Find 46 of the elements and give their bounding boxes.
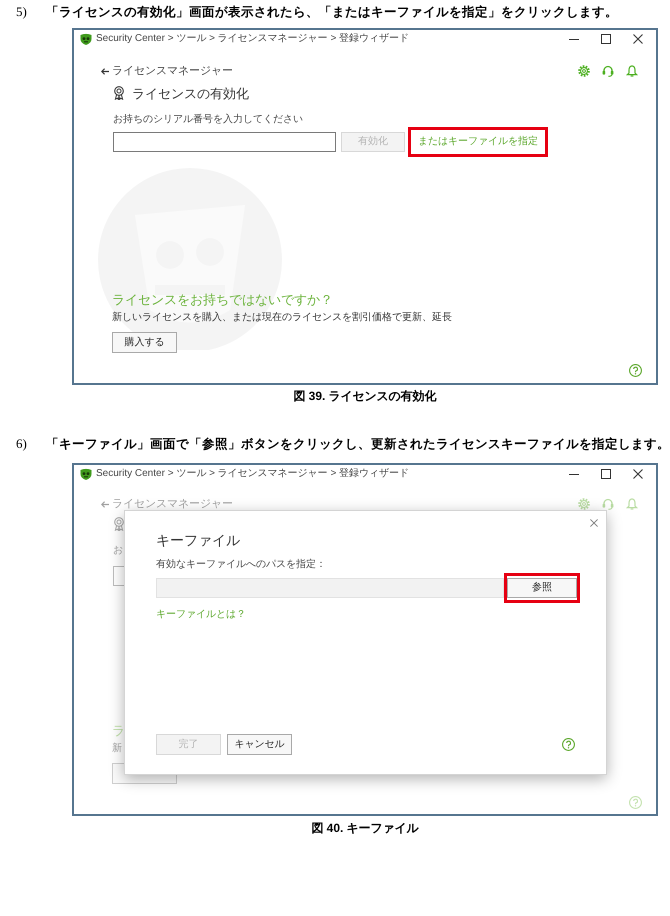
no-license-text: 新: [112, 742, 122, 756]
notification-bell-icon[interactable]: [626, 65, 638, 77]
key-file-help-link[interactable]: キーファイルとは？: [156, 608, 246, 622]
back-link[interactable]: ライセンスマネージャー: [101, 66, 233, 76]
purchase-button[interactable]: 購入する: [112, 332, 177, 353]
headset-icon[interactable]: [602, 65, 614, 77]
no-license-text: 新しいライセンスを購入、または現在のライセンスを割引価格で更新、延長: [112, 311, 452, 325]
dialog-title: キーファイル: [156, 531, 240, 550]
step-instruction: 「ライセンスの有効化」画面が表示されたら、「またはキーファイルを指定」をクリックします。: [46, 6, 618, 18]
close-icon[interactable]: [633, 469, 643, 479]
back-link[interactable]: ライセンスマネージャー: [101, 498, 233, 510]
maximize-icon[interactable]: [601, 34, 611, 44]
app-logo-icon: [80, 33, 92, 45]
settings-icon[interactable]: [578, 65, 590, 77]
arrow-left-icon: [101, 68, 109, 74]
minimize-icon[interactable]: [569, 38, 579, 40]
help-icon[interactable]: [629, 364, 642, 377]
arrow-left-icon: [101, 500, 109, 508]
serial-label: お持ちのシリアル番号を入力してください: [113, 113, 303, 127]
step-number: 6): [16, 435, 28, 454]
step-number: 5): [16, 3, 28, 22]
no-license-title: ラ: [112, 722, 125, 740]
step-instruction: 「キーファイル」画面で「参照」ボタンをクリックし、更新されたライセンスキーファイルを指定します。: [46, 438, 670, 450]
award-icon: [113, 517, 125, 531]
figure-caption: 図 40. キーファイル: [311, 820, 419, 837]
page-heading: ライセンスの有効化: [132, 86, 249, 100]
no-license-title: ライセンスをお持ちではないですか？: [112, 291, 333, 309]
key-file-link[interactable]: またはキーファイルを指定: [418, 137, 538, 147]
path-field[interactable]: [156, 578, 504, 598]
help-icon: [629, 796, 642, 809]
browse-button[interactable]: 参照: [507, 578, 577, 598]
award-icon: [113, 86, 125, 100]
serial-label: お: [113, 544, 123, 558]
help-icon[interactable]: [562, 738, 575, 751]
settings-icon[interactable]: [578, 498, 590, 510]
dialog-button[interactable]: キャンセル: [227, 734, 292, 755]
figure-caption: 図 39. ライセンスの有効化: [293, 388, 437, 405]
path-label: 有効なキーファイルへのパスを指定：: [156, 558, 326, 572]
maximize-icon[interactable]: [601, 469, 611, 479]
close-icon[interactable]: [633, 34, 643, 44]
window-title: Security Center > ツール > ライセンスマネージャー > 登録ウィザード: [96, 468, 410, 480]
headset-icon[interactable]: [602, 498, 614, 510]
app-logo-icon: [80, 468, 92, 480]
notification-bell-icon[interactable]: [626, 498, 638, 510]
serial-number-field[interactable]: [113, 132, 336, 152]
window-title: Security Center > ツール > ライセンスマネージャー > 登録ウィザード: [96, 33, 410, 45]
